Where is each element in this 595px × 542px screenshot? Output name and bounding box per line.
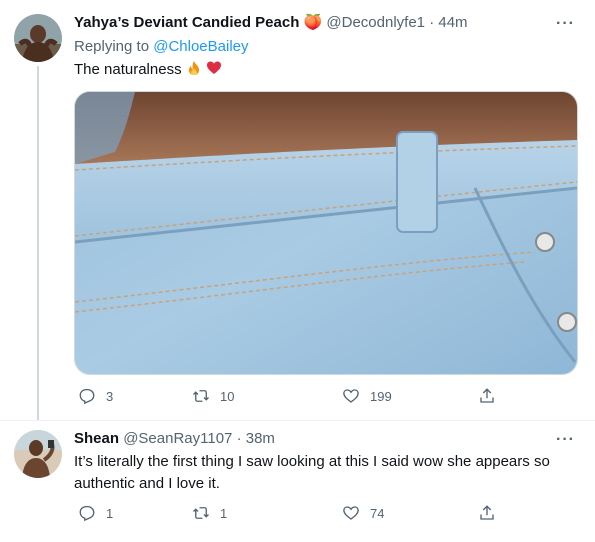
reply-button[interactable]: 3 [78,387,113,405]
reply-count: 1 [106,505,114,521]
retweet-button[interactable]: 10 [192,387,234,405]
separator: · [236,430,242,447]
replying-prefix: Replying to [74,38,150,55]
tweet-1[interactable]: Yahya’s Deviant Candied Peach 🍑 @Decodnl… [0,0,595,420]
thread-line [37,66,39,420]
tweet-header: Yahya’s Deviant Candied Peach 🍑 @Decodnl… [74,13,468,33]
share-icon [480,388,494,403]
avatar-image [14,430,62,478]
tweet-text: It’s literally the first thing I saw loo… [74,453,550,492]
share-icon [480,505,494,520]
tweet-text: The naturalness [74,59,573,81]
tweet-text-content: The naturalness [74,61,182,78]
retweet-icon [193,507,209,519]
fire-icon [188,61,199,75]
heart-icon [343,506,359,520]
tweet-actions: 3 10 199 [74,387,504,407]
red-heart-icon [206,61,221,74]
like-button[interactable]: 199 [342,387,392,405]
retweet-count: 10 [220,388,235,404]
like-count: 199 [370,388,392,404]
like-count: 74 [370,505,385,521]
more-options-icon[interactable]: ··· [556,16,575,32]
reply-icon [79,505,95,522]
retweet-icon [193,390,209,402]
handle[interactable]: @SeanRay1107 [123,430,232,447]
heart-icon [343,389,359,403]
replying-to-link[interactable]: @ChloeBailey [153,38,248,55]
avatar[interactable] [14,14,62,62]
separator: · [429,14,435,31]
retweet-count: 1 [220,505,228,521]
handle[interactable]: @Decodnlyfe1 [326,14,425,31]
avatar-image [14,14,62,62]
display-name[interactable]: Shean [74,430,119,447]
share-button[interactable] [478,504,506,522]
like-button[interactable]: 74 [342,504,384,522]
retweet-button[interactable]: 1 [192,504,227,522]
reply-icon [79,388,95,405]
more-options-icon[interactable]: ··· [556,432,575,448]
share-button[interactable] [478,387,506,405]
avatar[interactable] [14,430,62,478]
tweet-header: Shean @SeanRay1107 · 38m [74,429,275,449]
denim-photo [75,92,577,374]
peach-emoji: 🍑 [303,14,323,31]
tweet-2[interactable]: Shean @SeanRay1107 · 38m ··· It’s litera… [0,420,595,542]
timestamp[interactable]: 44m [438,14,467,31]
timestamp[interactable]: 38m [246,430,275,447]
tweet-actions: 1 1 74 [74,504,504,524]
reply-count: 3 [106,388,114,404]
replying-to: Replying to @ChloeBailey [74,37,249,57]
reply-button[interactable]: 1 [78,504,113,522]
display-name[interactable]: Yahya’s Deviant Candied Peach [74,14,299,31]
tweet-media-image[interactable] [74,91,578,375]
